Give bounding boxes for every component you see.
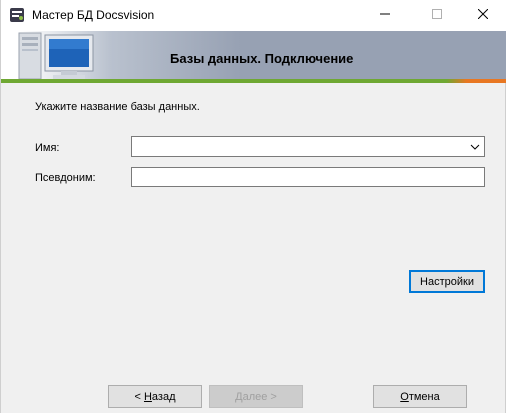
cancel-accel: О [400, 390, 409, 403]
alias-input[interactable] [131, 167, 485, 187]
wizard-window: Мастер БД Docsvision Базы данных. Подклю… [0, 0, 506, 413]
maximize-icon [432, 9, 442, 22]
back-prefix: < [134, 390, 144, 403]
cancel-button[interactable]: Отмена [373, 385, 467, 408]
next-rest: алее > [242, 390, 277, 403]
minimize-icon [380, 9, 390, 22]
database-wizard-icon [9, 7, 25, 23]
back-rest: азад [151, 390, 176, 403]
minimize-button[interactable] [362, 0, 408, 31]
close-button[interactable] [460, 0, 506, 31]
banner-divider [1, 79, 506, 83]
header-banner: Базы данных. Подключение [1, 31, 506, 80]
computer-monitor-icon [5, 31, 105, 80]
maximize-button[interactable] [414, 0, 460, 31]
settings-button-label: Настройки [420, 275, 474, 288]
chevron-down-icon[interactable] [470, 142, 480, 150]
alias-label: Псевдоним: [35, 172, 96, 184]
window-title: Мастер БД Docsvision [32, 8, 155, 22]
back-button[interactable]: < Назад [108, 385, 202, 408]
title-bar[interactable]: Мастер БД Docsvision [1, 0, 506, 31]
close-icon [477, 8, 489, 22]
settings-button[interactable]: Настройки [409, 270, 485, 293]
instruction-text: Укажите название базы данных. [35, 101, 200, 113]
name-label: Имя: [35, 142, 60, 154]
page-title: Базы данных. Подключение [170, 51, 354, 66]
next-button[interactable]: Далее > [209, 385, 303, 408]
cancel-rest: тмена [408, 390, 440, 403]
back-accel: Н [143, 390, 152, 403]
next-accel: Д [235, 390, 243, 403]
database-name-combobox[interactable] [131, 136, 485, 157]
